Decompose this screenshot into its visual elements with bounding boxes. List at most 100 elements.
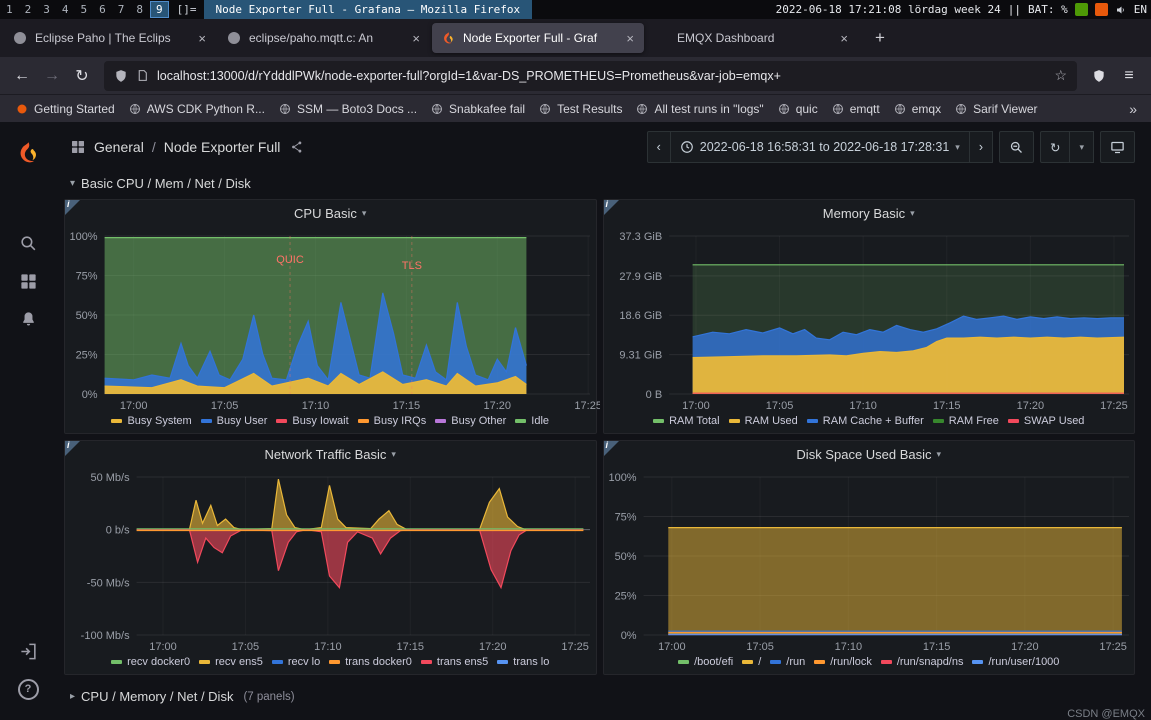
bookmark-item[interactable]: Snabkafee fail [425,99,531,119]
panel-info-icon[interactable]: i [65,200,80,215]
legend-item[interactable]: Busy IRQs [358,415,427,427]
legend-item[interactable]: trans lo [497,656,549,668]
legend-item[interactable]: recv docker0 [111,656,190,668]
legend-item[interactable]: Busy System [111,415,191,427]
chart-area-disk-space-used-basic[interactable]: 0%25%50%75%100%17:0017:0517:1017:1517:20… [604,467,1135,655]
bookmark-item[interactable]: emqx [888,99,947,119]
tracking-shield-icon[interactable] [114,69,128,83]
panel-info-icon[interactable]: i [65,441,80,456]
panel-title[interactable]: Disk Space Used Basic▾ [604,441,1135,467]
legend-item[interactable]: Busy Iowait [276,415,348,427]
close-tab-icon[interactable]: × [410,31,422,46]
legend-label: Busy User [217,415,268,427]
panel-title[interactable]: Memory Basic▾ [604,200,1135,226]
bookmark-item[interactable]: quic [772,99,824,119]
legend-item[interactable]: /boot/efi [678,656,733,668]
alerting-bell-icon[interactable] [8,300,48,338]
workspace-8[interactable]: 8 [131,2,148,17]
breadcrumb-section[interactable]: General [94,139,144,155]
dashboards-icon[interactable] [8,262,48,300]
menu-button[interactable]: ≡ [1115,62,1143,90]
workspace-9[interactable]: 9 [150,1,169,18]
legend-item[interactable]: RAM Cache + Buffer [807,415,924,427]
workspace-1[interactable]: 1 [1,2,18,17]
url-text[interactable]: localhost:13000/d/rYdddlPWk/node-exporte… [157,69,1046,83]
legend-item[interactable]: /run/snapd/ns [881,656,964,668]
bookmark-star-icon[interactable]: ☆ [1054,67,1067,84]
time-range-picker[interactable]: 2022-06-18 16:58:31 to 2022-06-18 17:28:… [670,131,970,163]
panel-info-icon[interactable]: i [604,200,619,215]
forward-button[interactable]: → [38,62,66,90]
share-icon[interactable] [290,140,304,154]
legend-item[interactable]: trans docker0 [329,656,412,668]
site-info-icon[interactable] [136,69,149,82]
bookmark-item[interactable]: AWS CDK Python R... [123,99,271,119]
close-tab-icon[interactable]: × [196,31,208,46]
workspace-2[interactable]: 2 [20,2,37,17]
panel-info-icon[interactable]: i [604,441,619,456]
refresh-button[interactable]: ↻ [1040,131,1070,163]
chart-cpu-basic[interactable]: 0%25%50%75%100%17:0017:0517:1017:1517:20… [69,226,600,414]
bookmark-item[interactable]: Sarif Viewer [949,99,1043,119]
browser-tab[interactable]: EMQX Dashboard× [646,23,858,53]
legend-item[interactable]: Busy User [201,415,268,427]
refresh-interval-dropdown[interactable]: ▾ [1069,131,1094,163]
browser-tab[interactable]: eclipse/paho.mqtt.c: An× [218,23,430,53]
grafana-favicon [440,30,456,46]
chart-area-cpu-basic[interactable]: 0%25%50%75%100%17:0017:0517:1017:1517:20… [65,226,596,414]
workspace-4[interactable]: 4 [57,2,74,17]
time-shift-forward-button[interactable]: › [969,131,993,163]
legend-item[interactable]: /run/lock [814,656,872,668]
workspace-6[interactable]: 6 [94,2,111,17]
chart-area-memory-basic[interactable]: 0 B9.31 GiB18.6 GiB27.9 GiB37.3 GiB17:00… [604,226,1135,414]
browser-tab[interactable]: Node Exporter Full - Graf× [432,23,644,53]
panel-title[interactable]: CPU Basic▾ [65,200,596,226]
bookmark-item[interactable]: Getting Started [10,99,121,119]
legend-item[interactable]: /run [770,656,805,668]
new-tab-button[interactable]: + [867,26,893,50]
panel-title[interactable]: Network Traffic Basic▾ [65,441,596,467]
legend-item[interactable]: RAM Free [933,415,999,427]
legend-item[interactable]: SWAP Used [1008,415,1085,427]
legend-item[interactable]: /run/user/1000 [972,656,1059,668]
extension-shield-icon[interactable] [1085,62,1113,90]
row-cpu-memory-net-disk[interactable]: ▸ CPU / Memory / Net / Disk (7 panels) [70,689,1135,704]
chart-area-network-traffic-basic[interactable]: -100 Mb/s-50 Mb/s0 b/s50 Mb/s17:0017:051… [65,467,596,655]
sign-in-icon[interactable] [8,632,48,670]
bookmark-item[interactable]: All test runs in "logs" [630,99,769,119]
bookmark-item[interactable]: emqtt [826,99,886,119]
legend-item[interactable]: Idle [515,415,549,427]
close-tab-icon[interactable]: × [838,31,850,46]
workspace-7[interactable]: 7 [113,2,130,17]
chart-memory-basic[interactable]: 0 B9.31 GiB18.6 GiB27.9 GiB37.3 GiB17:00… [608,226,1139,414]
legend-item[interactable]: / [742,656,761,668]
back-button[interactable]: ← [8,62,36,90]
row-basic-cpu-mem-net-disk[interactable]: ▾ Basic CPU / Mem / Net / Disk [70,176,1135,191]
dashboard-title[interactable]: Node Exporter Full [164,139,281,155]
chart-network-traffic-basic[interactable]: -100 Mb/s-50 Mb/s0 b/s50 Mb/s17:0017:051… [69,467,600,655]
row-panel-count: (7 panels) [243,691,294,703]
kiosk-mode-button[interactable] [1100,131,1135,163]
legend-item[interactable]: trans ens5 [421,656,488,668]
globe-icon [894,103,906,115]
help-icon[interactable]: ? [8,670,48,708]
zoom-out-button[interactable] [999,131,1034,163]
legend-item[interactable]: recv lo [272,656,320,668]
grafana-logo[interactable] [8,134,48,172]
search-icon[interactable] [8,224,48,262]
legend-item[interactable]: RAM Total [653,415,720,427]
chart-disk-space-used-basic[interactable]: 0%25%50%75%100%17:0017:0517:1017:1517:20… [608,467,1139,655]
bookmarks-overflow-icon[interactable]: » [1125,101,1141,117]
reload-button[interactable]: ↻ [68,62,96,90]
close-tab-icon[interactable]: × [624,31,636,46]
browser-tab[interactable]: Eclipse Paho | The Eclips× [4,23,216,53]
workspace-3[interactable]: 3 [38,2,55,17]
time-shift-back-button[interactable]: ‹ [647,131,671,163]
url-input[interactable]: localhost:13000/d/rYdddlPWk/node-exporte… [104,61,1077,91]
legend-item[interactable]: recv ens5 [199,656,263,668]
bookmark-item[interactable]: SSM — Boto3 Docs ... [273,99,423,119]
legend-item[interactable]: Busy Other [435,415,506,427]
workspace-5[interactable]: 5 [76,2,93,17]
legend-item[interactable]: RAM Used [729,415,798,427]
bookmark-item[interactable]: Test Results [533,99,628,119]
